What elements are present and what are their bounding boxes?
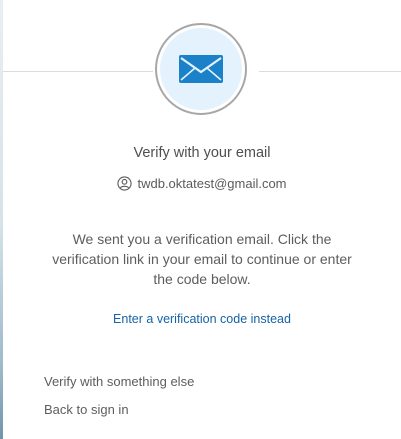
identifier-text: twdb.oktatest@gmail.com (137, 176, 287, 191)
email-envelope-icon (179, 55, 223, 83)
user-identifier: twdb.oktatest@gmail.com (3, 176, 401, 191)
divider-left (3, 71, 153, 72)
page-title: Verify with your email (133, 145, 271, 161)
divider-right (259, 71, 401, 72)
verify-other-link[interactable]: Verify with something else (44, 374, 194, 389)
user-circle-icon (117, 176, 133, 191)
factor-badge-fill (160, 28, 242, 110)
factor-badge (155, 23, 247, 115)
verify-card: Verify with your email twdb.oktatest@gma… (3, 0, 401, 439)
back-to-sign-in-link[interactable]: Back to sign in (44, 402, 129, 417)
verification-message: We sent you a verification email. Click … (52, 231, 352, 287)
enter-code-link[interactable]: Enter a verification code instead (3, 312, 401, 326)
